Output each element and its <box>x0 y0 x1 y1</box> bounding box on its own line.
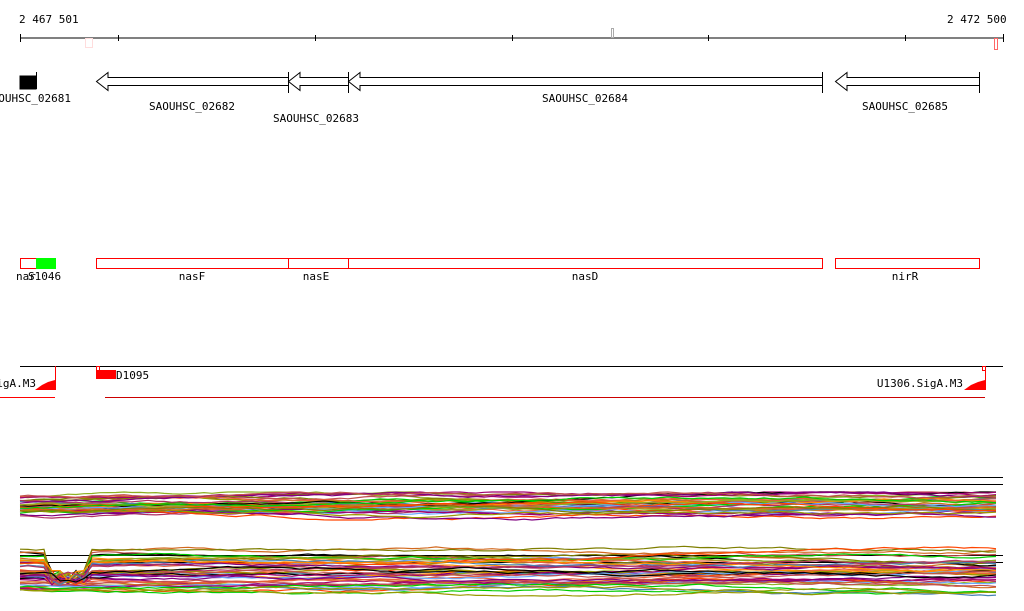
gene-label-02681: SAOUHSC_02681 <box>0 92 72 105</box>
promoter-label-left: SigA.M3 <box>0 377 36 390</box>
promoter-track <box>0 366 1003 398</box>
gene-arrow-02685[interactable] <box>834 71 980 93</box>
feature-label-nasF: nasF <box>178 270 206 283</box>
feature-label-nasE: nasE <box>302 270 330 283</box>
feature-box-s1046[interactable] <box>36 258 56 269</box>
ruler-marker <box>994 38 998 50</box>
gene-track <box>19 71 980 93</box>
promoter-label-d1095: D1095 <box>116 369 150 382</box>
gene-label-02684: SAOUHSC_02684 <box>541 92 629 105</box>
gene-box-02681[interactable] <box>19 75 37 90</box>
promoter-marker[interactable] <box>96 366 100 371</box>
feature-box-nasE[interactable] <box>288 258 349 269</box>
ruler-marker <box>611 28 614 38</box>
feature-label-nirR: nirR <box>891 270 919 283</box>
feature-box-nasF[interactable] <box>96 258 289 269</box>
feature-label-nasD: nasD <box>571 270 599 283</box>
feature-label-s1046: S1046 <box>28 270 62 283</box>
promoter-label-right: U1306.SigA.M3 <box>876 377 963 390</box>
gene-arrow-02682[interactable] <box>95 71 289 93</box>
feature-box-nasD[interactable] <box>348 258 823 269</box>
expression-traces <box>19 477 1003 597</box>
promoter-box-d1095[interactable] <box>96 370 116 379</box>
feature-box-nirR[interactable] <box>835 258 980 269</box>
promoter-ramp-left[interactable] <box>35 380 55 390</box>
gene-label-02685: SAOUHSC_02685 <box>861 100 949 113</box>
gene-label-02683: SAOUHSC_02683 <box>272 112 360 125</box>
gene-arrow-02684[interactable] <box>347 71 823 93</box>
genome-tracks <box>0 28 1004 597</box>
gene-arrow-02683[interactable] <box>287 71 349 93</box>
promoter-ramp-right[interactable] <box>964 380 985 390</box>
gene-label-02682: SAOUHSC_02682 <box>148 100 236 113</box>
ruler <box>20 28 1004 50</box>
ruler-marker <box>85 38 93 48</box>
